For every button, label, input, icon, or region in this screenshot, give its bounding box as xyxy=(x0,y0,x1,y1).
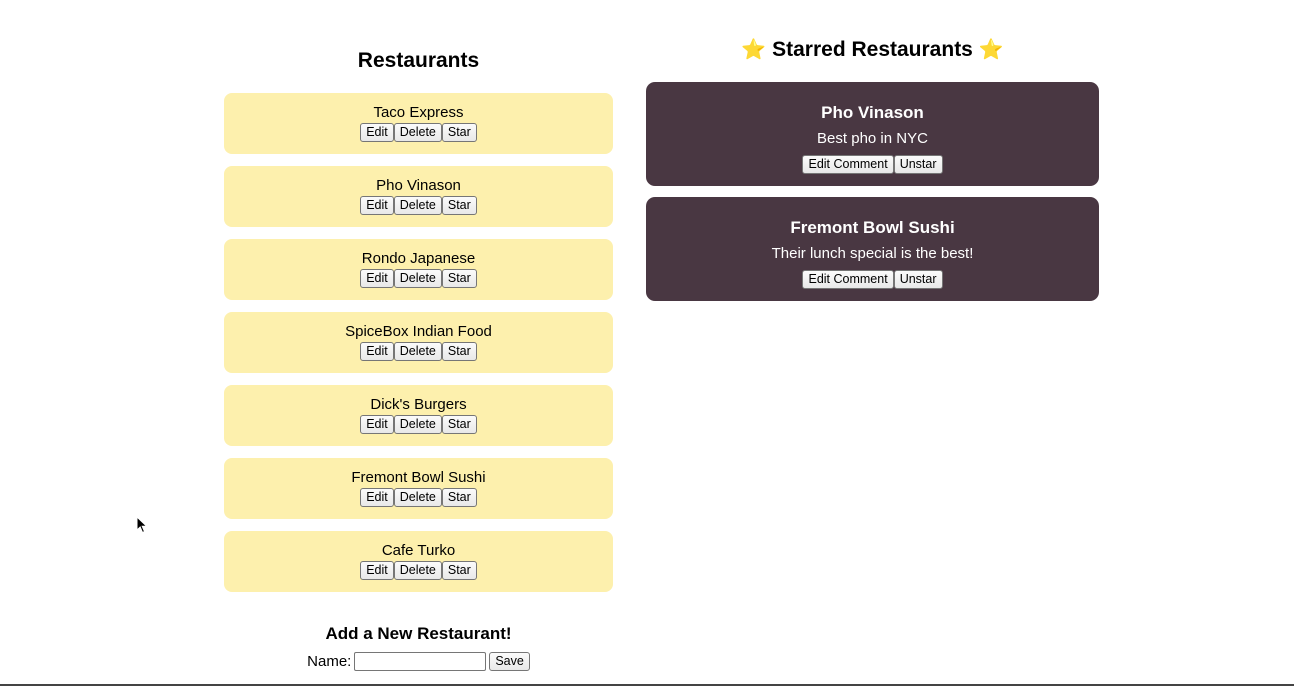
restaurant-name: Dick's Burgers xyxy=(370,396,467,413)
delete-button[interactable]: Delete xyxy=(393,196,442,215)
edit-button[interactable]: Edit xyxy=(360,488,394,507)
save-button[interactable]: Save xyxy=(489,652,530,671)
add-restaurant-title: Add a New Restaurant! xyxy=(325,624,512,643)
mouse-cursor-icon xyxy=(136,516,148,534)
restaurant-name: SpiceBox Indian Food xyxy=(345,323,492,340)
delete-button[interactable]: Delete xyxy=(393,269,442,288)
restaurant-card: Rondo Japanese Edit Delete Star xyxy=(224,239,613,300)
name-label: Name: xyxy=(307,653,352,670)
starred-title: ⭐ Starred Restaurants ⭐ xyxy=(646,37,1099,62)
star-button[interactable]: Star xyxy=(441,342,477,361)
delete-button[interactable]: Delete xyxy=(393,342,442,361)
delete-button[interactable]: Delete xyxy=(393,415,442,434)
starred-comment: Their lunch special is the best! xyxy=(771,245,974,262)
restaurant-name: Rondo Japanese xyxy=(361,250,476,267)
starred-list: Pho Vinason Best pho in NYC Edit Comment… xyxy=(646,82,1099,312)
restaurant-card: Taco Express Edit Delete Star xyxy=(224,93,613,154)
delete-button[interactable]: Delete xyxy=(393,123,442,142)
edit-comment-button[interactable]: Edit Comment xyxy=(802,155,894,174)
name-input[interactable] xyxy=(354,652,487,671)
starred-name: Pho Vinason xyxy=(821,103,924,122)
edit-button[interactable]: Edit xyxy=(360,269,394,288)
star-button[interactable]: Star xyxy=(441,415,477,434)
starred-comment: Best pho in NYC xyxy=(817,130,928,147)
unstar-button[interactable]: Unstar xyxy=(893,155,943,174)
add-restaurant-form: Add a New Restaurant! Name: Save xyxy=(224,624,613,671)
edit-button[interactable]: Edit xyxy=(360,196,394,215)
starred-title-text: Starred Restaurants xyxy=(772,38,973,61)
restaurant-card: Cafe Turko Edit Delete Star xyxy=(224,531,613,592)
restaurant-name: Cafe Turko xyxy=(381,542,456,559)
edit-comment-button[interactable]: Edit Comment xyxy=(802,270,894,289)
star-button[interactable]: Star xyxy=(441,488,477,507)
star-icon: ⭐ xyxy=(741,39,767,61)
starred-card: Pho Vinason Best pho in NYC Edit Comment… xyxy=(646,82,1099,186)
restaurant-name: Fremont Bowl Sushi xyxy=(351,469,486,486)
restaurant-card: Pho Vinason Edit Delete Star xyxy=(224,166,613,227)
restaurant-card: Fremont Bowl Sushi Edit Delete Star xyxy=(224,458,613,519)
unstar-button[interactable]: Unstar xyxy=(893,270,943,289)
restaurant-name: Pho Vinason xyxy=(376,177,461,194)
star-icon: ⭐ xyxy=(978,39,1004,61)
star-button[interactable]: Star xyxy=(441,196,477,215)
star-button[interactable]: Star xyxy=(441,561,477,580)
star-button[interactable]: Star xyxy=(441,269,477,288)
restaurant-card: SpiceBox Indian Food Edit Delete Star xyxy=(224,312,613,373)
delete-button[interactable]: Delete xyxy=(393,561,442,580)
restaurant-list: Taco Express Edit Delete Star Pho Vinason … xyxy=(224,93,613,604)
delete-button[interactable]: Delete xyxy=(393,488,442,507)
edit-button[interactable]: Edit xyxy=(360,561,394,580)
starred-card: Fremont Bowl Sushi Their lunch special i… xyxy=(646,197,1099,301)
edit-button[interactable]: Edit xyxy=(360,123,394,142)
star-button[interactable]: Star xyxy=(441,123,477,142)
starred-name: Fremont Bowl Sushi xyxy=(790,218,955,237)
edit-button[interactable]: Edit xyxy=(360,415,394,434)
restaurant-card: Dick's Burgers Edit Delete Star xyxy=(224,385,613,446)
restaurant-name: Taco Express xyxy=(373,104,464,121)
restaurants-title: Restaurants xyxy=(357,49,480,72)
edit-button[interactable]: Edit xyxy=(360,342,394,361)
